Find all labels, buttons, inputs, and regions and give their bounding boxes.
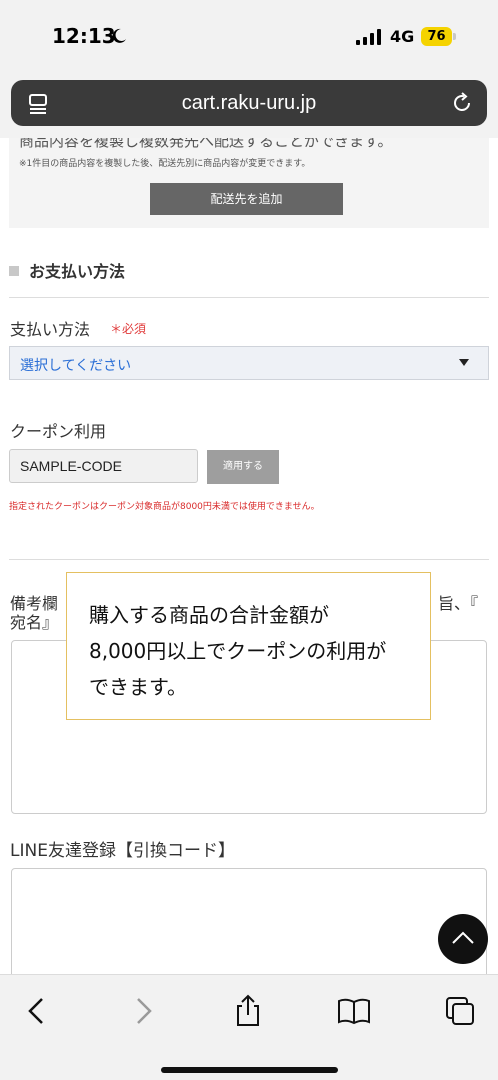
bookmarks-icon[interactable]: [336, 993, 372, 1029]
url-text[interactable]: cart.raku-uru.jp: [11, 80, 487, 126]
coupon-error-message: 指定されたクーポンはクーポン対象商品が8000円未満では使用できません。: [9, 502, 320, 512]
signal-icon: [356, 29, 381, 45]
add-destination-button[interactable]: 配送先を追加: [150, 183, 343, 215]
payment-method-label: 支払い方法: [10, 320, 91, 339]
battery-tip: [453, 33, 456, 40]
home-indicator: [161, 1067, 338, 1073]
address-bar-area: cart.raku-uru.jp: [0, 72, 498, 138]
page: 12:13 4G 76 cart.raku-uru.jp 商品内容を複製し複数発…: [0, 0, 498, 1080]
scroll-to-top-button[interactable]: [438, 914, 488, 964]
dropdown-arrow-icon: [459, 359, 469, 366]
multi-destination-text: 商品内容を複製し複数発先へ配送することができます。: [19, 138, 393, 150]
payment-method-select[interactable]: 選択してください: [9, 346, 489, 380]
reader-icon[interactable]: [27, 93, 49, 115]
status-bar: 12:13 4G 76: [0, 0, 498, 72]
battery-icon: 76: [421, 27, 457, 46]
payment-section-title: お支払い方法: [9, 258, 125, 282]
divider: [9, 559, 489, 560]
divider: [9, 297, 489, 298]
battery-level: 76: [421, 27, 452, 46]
square-bullet-icon: [9, 266, 19, 276]
tooltip-line-3: できます。: [89, 675, 187, 699]
status-time: 12:13: [52, 24, 116, 48]
chevron-up-icon: [452, 931, 474, 944]
coupon-label: クーポン利用: [10, 422, 107, 441]
tabs-icon[interactable]: [442, 993, 478, 1029]
share-icon[interactable]: [230, 993, 266, 1029]
network-type: 4G: [390, 27, 415, 46]
browser-toolbar: [0, 974, 498, 1080]
tooltip-line-1: 購入する商品の合計金額が: [89, 603, 329, 627]
line-friend-label: LINE友達登録【引換コード】: [10, 841, 235, 861]
reload-icon[interactable]: [451, 92, 473, 114]
payment-method-value: 選択してください: [20, 358, 132, 374]
forward-icon[interactable]: [126, 993, 162, 1029]
apply-coupon-button[interactable]: 適用する: [207, 450, 279, 484]
multi-destination-box: 商品内容を複製し複数発先へ配送することができます。 ※1件目の商品内容を複製した…: [9, 138, 489, 228]
payment-section-label: お支払い方法: [29, 262, 126, 281]
address-bar[interactable]: cart.raku-uru.jp: [11, 80, 487, 126]
required-badge: ＊必須: [110, 322, 147, 336]
coupon-code-input[interactable]: SAMPLE-CODE: [9, 449, 198, 483]
tooltip-line-2: 8,000円以上でクーポンの利用が: [89, 639, 387, 663]
multi-destination-note: ※1件目の商品内容を複製した後、配送先別に商品内容が変更できます。: [19, 159, 311, 169]
coupon-info-tooltip: 購入する商品の合計金額が 8,000円以上でクーポンの利用が できます。: [66, 572, 431, 720]
moon-icon: [112, 28, 126, 43]
memo-label-tail: 旨、『: [438, 594, 479, 613]
memo-label-line2: 宛名』: [10, 613, 59, 632]
back-icon[interactable]: [18, 993, 54, 1029]
